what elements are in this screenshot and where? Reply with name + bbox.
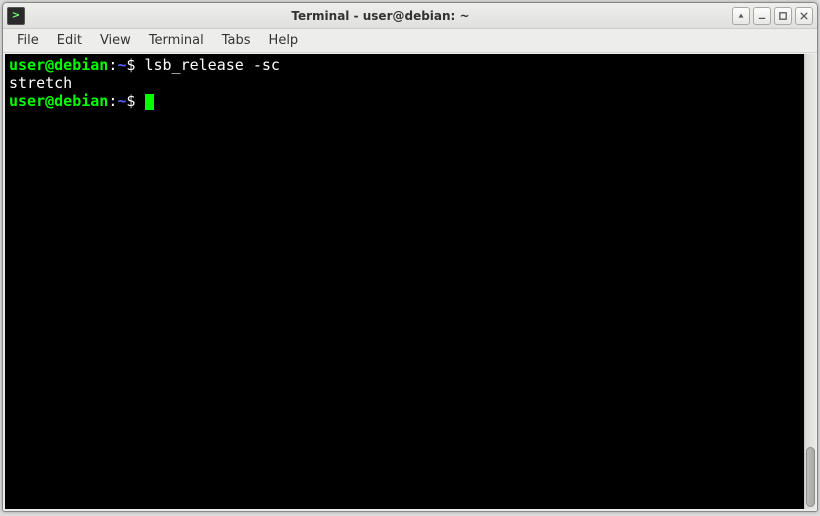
window-controls	[732, 7, 813, 25]
prompt-dollar: $	[126, 92, 144, 110]
menu-terminal[interactable]: Terminal	[141, 30, 212, 51]
rollup-button[interactable]	[732, 7, 750, 25]
menu-file[interactable]: File	[9, 30, 47, 51]
output-line: stretch	[9, 74, 72, 92]
prompt-userhost: user@debian	[9, 92, 108, 110]
terminal-output[interactable]: user@debian:~$ lsb_release -sc stretch u…	[5, 54, 804, 509]
menu-edit[interactable]: Edit	[49, 30, 90, 51]
maximize-button[interactable]	[774, 7, 792, 25]
terminal-container: user@debian:~$ lsb_release -sc stretch u…	[3, 53, 817, 511]
scrollbar-thumb[interactable]	[806, 447, 815, 507]
menubar: File Edit View Terminal Tabs Help	[3, 29, 817, 53]
menu-help[interactable]: Help	[261, 30, 307, 51]
command-text: lsb_release -sc	[144, 56, 279, 74]
close-button[interactable]	[795, 7, 813, 25]
cursor-block	[145, 94, 154, 110]
titlebar[interactable]: Terminal - user@debian: ~	[3, 3, 817, 29]
menu-tabs[interactable]: Tabs	[214, 30, 259, 51]
terminal-window: Terminal - user@debian: ~ File Edit View…	[2, 2, 818, 512]
prompt-dollar: $	[126, 56, 144, 74]
menu-view[interactable]: View	[92, 30, 139, 51]
window-title: Terminal - user@debian: ~	[29, 9, 732, 23]
vertical-scrollbar[interactable]	[804, 54, 816, 509]
minimize-button[interactable]	[753, 7, 771, 25]
terminal-icon	[7, 7, 25, 25]
prompt-userhost: user@debian	[9, 56, 108, 74]
